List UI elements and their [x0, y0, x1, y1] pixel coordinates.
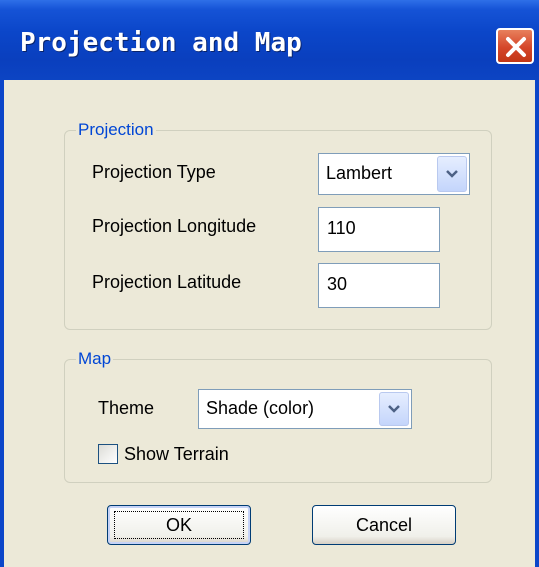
show-terrain-label[interactable]: Show Terrain: [124, 444, 229, 465]
cancel-button[interactable]: Cancel: [312, 505, 456, 545]
projection-type-select[interactable]: Lambert: [318, 153, 470, 195]
projection-map-dialog: Projection and Map Projection Projection…: [0, 0, 539, 567]
projection-longitude-label: Projection Longitude: [92, 216, 257, 236]
ok-button-label: OK: [165, 515, 192, 535]
theme-value: Shade (color): [206, 398, 315, 418]
projection-latitude-field[interactable]: 30: [318, 263, 440, 308]
projection-latitude-label: Projection Latitude: [92, 272, 242, 292]
show-terrain-checkbox[interactable]: [98, 444, 118, 464]
close-button[interactable]: [496, 28, 534, 64]
cancel-button-label: Cancel: [355, 515, 413, 535]
projection-type-label: Projection Type: [92, 162, 216, 182]
ok-button[interactable]: OK: [107, 505, 251, 545]
title-bar[interactable]: Projection and Map: [0, 0, 539, 80]
close-icon: [506, 37, 526, 57]
projection-type-value: Lambert: [326, 163, 393, 183]
projection-type-dropdown-button[interactable]: [437, 156, 467, 192]
projection-longitude-field[interactable]: 110: [318, 207, 440, 252]
theme-select[interactable]: Shade (color): [198, 389, 412, 429]
theme-dropdown-button[interactable]: [379, 392, 409, 426]
theme-label: Theme: [98, 398, 155, 418]
window-title: Projection and Map: [20, 28, 302, 58]
chevron-down-icon: [446, 170, 458, 178]
window-border-right: [535, 80, 539, 567]
projection-legend: Projection: [76, 120, 156, 140]
window-border-left: [0, 80, 4, 567]
chevron-down-icon: [388, 405, 400, 413]
map-legend: Map: [76, 349, 114, 369]
